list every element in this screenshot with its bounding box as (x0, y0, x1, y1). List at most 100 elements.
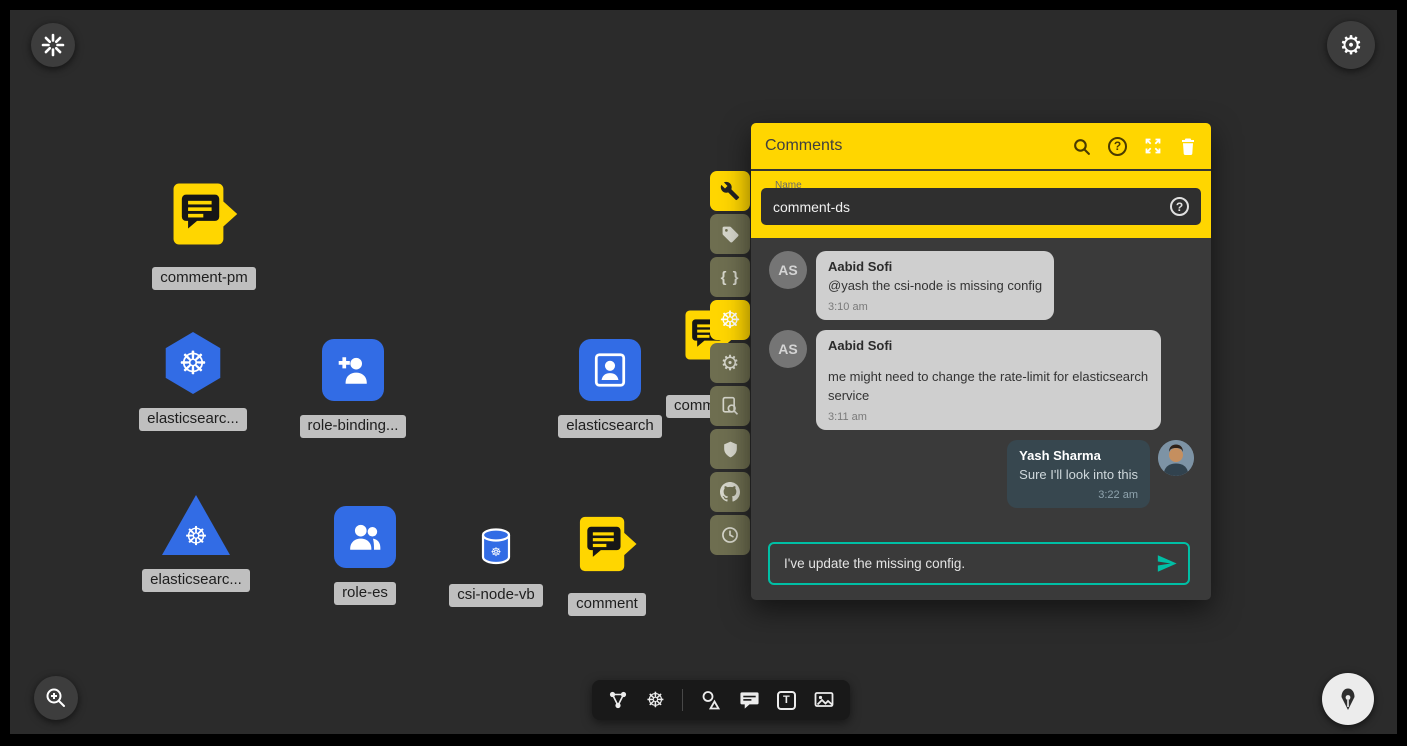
name-field-section: Name ? (751, 169, 1211, 238)
kubernetes-hexagon-icon: ☸ (162, 332, 224, 394)
search-button[interactable] (1072, 137, 1091, 156)
image-icon (813, 689, 835, 711)
dock-divider (682, 689, 683, 711)
gear-icon: ⚙ (721, 351, 740, 376)
avatar-photo (1158, 440, 1194, 476)
kubernetes-wheel-icon: ☸ (719, 306, 741, 335)
kubernetes-components-tool[interactable]: ☸ (646, 688, 665, 713)
text-icon: T (777, 691, 796, 710)
node-label: comment (568, 593, 646, 616)
tag-icon (721, 225, 740, 244)
graph-icon (607, 689, 629, 711)
panel-title: Comments (765, 137, 1072, 155)
app-logo-button[interactable] (31, 23, 75, 67)
role-binding-icon (322, 339, 384, 401)
comment-input-row (768, 542, 1190, 585)
expand-icon (1144, 137, 1162, 155)
security-tool-button[interactable] (710, 429, 750, 469)
app-logo-icon (41, 33, 65, 57)
comment-bubble-icon (739, 690, 760, 711)
history-tool-button[interactable] (710, 515, 750, 555)
node-csi-node-vb[interactable]: ☸ csi-node-vb (440, 527, 552, 607)
name-input[interactable] (773, 199, 1170, 215)
name-help-icon[interactable]: ? (1170, 197, 1189, 216)
search-icon (1072, 137, 1091, 156)
kubernetes-tool-button[interactable]: ☸ (710, 300, 750, 340)
node-label: elasticsearc... (142, 569, 250, 592)
message-author: Yash Sharma (1019, 448, 1138, 463)
message-time: 3:11 am (828, 411, 1149, 423)
name-field[interactable]: Name ? (761, 188, 1201, 225)
storage-cylinder-icon: ☸ (479, 527, 513, 570)
message-bubble: Yash Sharma Sure I'll look into this 3:2… (1007, 440, 1150, 509)
inspect-tool-button[interactable] (710, 386, 750, 426)
node-role-es[interactable]: role-es (299, 506, 431, 605)
pen-tool-button[interactable] (1322, 673, 1374, 725)
message-bubble: Aabid Sofi @yash the csi-node is missing… (816, 251, 1054, 320)
node-elasticsearch-hex[interactable]: ☸ elasticsearc... (127, 332, 259, 431)
kubernetes-triangle-icon: ☸ (162, 495, 230, 555)
node-comment-pm[interactable]: comment-pm (148, 180, 260, 290)
braces-icon: { } (721, 269, 740, 286)
help-button[interactable]: ? (1108, 137, 1127, 156)
svg-text:☸: ☸ (491, 545, 502, 559)
node-action-toolbar: { } ☸ ⚙ (710, 171, 750, 555)
document-search-icon (720, 396, 740, 416)
avatar: AS (769, 251, 807, 289)
settings-button[interactable]: ⚙ (1327, 21, 1375, 69)
image-tool[interactable] (813, 689, 835, 711)
expand-button[interactable] (1144, 137, 1162, 155)
trash-icon (1179, 137, 1197, 156)
comment-resource-icon (575, 514, 639, 579)
message-time: 3:10 am (828, 301, 1042, 313)
question-icon: ? (1114, 139, 1121, 153)
shapes-tool[interactable] (700, 689, 722, 711)
send-icon (1156, 553, 1178, 575)
message-time: 3:22 am (1019, 489, 1138, 501)
comment-tool[interactable] (739, 690, 760, 711)
configure-tool-button[interactable] (710, 171, 750, 211)
node-elasticsearch-tri[interactable]: ☸ elasticsearc... (130, 495, 262, 592)
zoom-in-icon (44, 686, 68, 710)
history-clock-icon (720, 525, 740, 545)
text-tool[interactable]: T (777, 691, 796, 710)
settings-tool-button[interactable]: ⚙ (710, 343, 750, 383)
service-account-icon (579, 339, 641, 401)
comments-panel: Comments ? (751, 123, 1211, 600)
tools-dock: ☸ T (592, 680, 850, 720)
pen-nib-icon (1335, 686, 1361, 712)
send-button[interactable] (1156, 553, 1178, 575)
node-elasticsearch[interactable]: elasticsearch (544, 339, 676, 438)
comment-message: AS Aabid Sofi @yash the csi-node is miss… (769, 251, 1194, 320)
message-bubble: Aabid Sofi me might need to change the r… (816, 330, 1161, 430)
comment-resource-icon (168, 180, 240, 253)
delete-button[interactable] (1179, 137, 1197, 156)
node-label: elasticsearch (558, 415, 662, 438)
message-text: Sure I'll look into this (1019, 466, 1138, 485)
comment-message: Yash Sharma Sure I'll look into this 3:2… (769, 440, 1194, 509)
node-label: role-binding... (300, 415, 407, 438)
design-canvas[interactable]: comment-pm ☸ elasticsearc... role-bindin… (10, 10, 1397, 734)
github-tool-button[interactable] (710, 472, 750, 512)
avatar: AS (769, 330, 807, 368)
node-label: elasticsearc... (139, 408, 247, 431)
message-text: @yash the csi-node is missing config (828, 277, 1042, 296)
tag-tool-button[interactable] (710, 214, 750, 254)
node-comment[interactable]: comment (551, 514, 663, 616)
message-author: Aabid Sofi (828, 259, 1042, 274)
comment-thread: AS Aabid Sofi @yash the csi-node is miss… (751, 238, 1211, 534)
comments-panel-header[interactable]: Comments ? (751, 123, 1211, 169)
node-role-binding[interactable]: role-binding... (287, 339, 419, 438)
json-tool-button[interactable]: { } (710, 257, 750, 297)
node-label: comment-pm (152, 267, 256, 290)
name-field-label: Name (773, 180, 804, 191)
relationships-tool[interactable] (607, 689, 629, 711)
message-text: me might need to change the rate-limit f… (828, 368, 1149, 406)
github-icon (720, 482, 740, 502)
node-label: role-es (334, 582, 396, 605)
zoom-button[interactable] (34, 676, 78, 720)
gear-icon: ⚙ (1339, 30, 1362, 61)
comment-input[interactable] (774, 556, 1156, 571)
node-label: csi-node-vb (449, 584, 543, 607)
kubernetes-wheel-icon: ☸ (646, 688, 665, 713)
